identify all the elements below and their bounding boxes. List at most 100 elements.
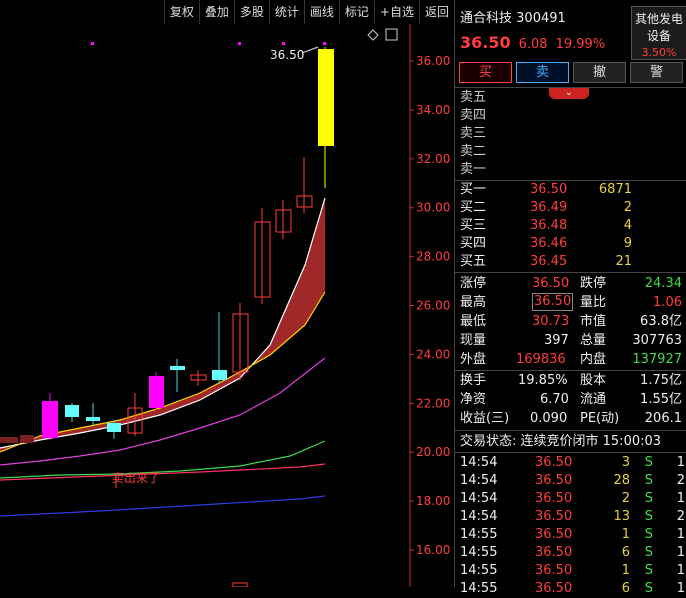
bid-price: 36.48 [530,218,568,233]
bid-row[interactable]: 买五 36.45 21 [460,253,682,271]
ask-label: 卖五 [460,90,487,105]
ask-row[interactable]: 卖五 [460,89,682,107]
bid-label: 买三 [460,218,487,233]
y-axis-tick-label: 32.00 [416,152,450,166]
kline-chart[interactable]: 36.00 34.00 32.00 30.00 28.00 26.00 24.00 22.00… [0,0,454,587]
stat-value: 63.8亿 [640,314,682,329]
trade-status: 交易状态: 连续竞价闭市 15:00:03 [460,434,662,449]
stock-title: 通合科技 300491 [460,7,566,26]
trade-buttons: 买 卖 撤 警 [459,62,683,83]
stat-value: 1.55亿 [640,392,682,407]
kline-chart-area[interactable]: 36.00 34.00 32.00 30.00 28.00 26.00 24.00 22.00… [0,0,454,587]
high-price-label: 36.50 [270,48,304,62]
stat-label: PE(动) [580,411,620,426]
tick-row[interactable]: 14:55 36.50 1 S 1 [460,526,685,544]
toolbar-add-watchlist-button[interactable]: +自选 [373,0,419,24]
stat-value: 1.06 [653,295,682,310]
stat-value: 1.75亿 [640,373,682,388]
tick-price: 36.50 [535,545,573,560]
ask-row[interactable]: 卖三 [460,125,682,143]
stat-value: 397 [544,333,569,348]
tick-n: 1 [676,455,685,470]
tick-vol: 13 [613,509,630,524]
tick-row[interactable]: 14:55 36.50 1 S 1 [460,562,685,580]
tick-time: 14:54 [460,491,498,506]
toolbar-back-button[interactable]: 返回 [418,0,454,24]
stat-label: 流通 [580,392,607,407]
stat-value: 6.70 [540,392,569,407]
tick-n: 1 [676,491,685,506]
tick-vol: 6 [621,545,630,560]
bid-label: 买四 [460,236,487,251]
price-change: 6.08 [518,37,548,52]
tick-time: 14:55 [460,581,498,596]
stat-value: 169836 [516,352,566,367]
signal-dot [323,42,326,45]
y-axis-tick-label: 18.00 [416,494,450,508]
bid-row[interactable]: 买二 36.49 2 [460,199,682,217]
ask-label: 卖一 [460,162,487,177]
bid-volume: 2 [623,200,632,215]
ask-label: 卖二 [460,144,487,159]
bid-label: 买二 [460,200,487,215]
alert-button[interactable]: 警 [630,62,683,83]
candle [170,366,185,370]
cancel-order-button[interactable]: 撤 [573,62,626,83]
toolbar-multi-stock-button[interactable]: 多股 [233,0,269,24]
bid-row[interactable]: 买三 36.48 4 [460,217,682,235]
stat-label: 跌停 [580,276,607,291]
toolbar-adjust-button[interactable]: 复权 [163,0,199,24]
sell-button[interactable]: 卖 [516,62,569,83]
bid-volume: 6871 [598,182,632,197]
diamond-icon[interactable] [367,29,379,41]
bid-row[interactable]: 买四 36.46 9 [460,235,682,253]
stat-label: 收益(三) [460,411,510,426]
tick-row[interactable]: 14:54 36.50 13 S 2 [460,508,685,526]
bid-row[interactable]: 买一 36.50 6871 [460,181,682,199]
y-axis-tick-label: 22.00 [416,396,450,410]
toolbar-overlay-button[interactable]: 叠加 [198,0,234,24]
signal-dot [282,42,285,45]
ask-row[interactable]: 卖二 [460,143,682,161]
sector-badge[interactable]: 其他发电 设备 3.50% [631,6,686,60]
stat-label: 最低 [460,314,487,329]
tick-side: S [644,509,653,524]
y-axis-tick-label: 16.00 [416,543,450,557]
toolbar-draw-button[interactable]: 画线 [303,0,339,24]
buy-button[interactable]: 买 [459,62,512,83]
stat-row: 净资 6.70 流通 1.55亿 [460,390,682,409]
tick-vol: 3 [621,455,630,470]
stat-row: 涨停 36.50 跌停 24.34 [460,274,682,293]
stat-value: 36.50 [532,293,574,311]
tick-row[interactable]: 14:54 36.50 3 S 1 [460,454,685,472]
tick-vol: 1 [621,563,630,578]
toolbar-mark-button[interactable]: 标记 [338,0,374,24]
ask-row[interactable]: 卖一 [460,161,682,179]
ask-row[interactable]: 卖四 [460,107,682,125]
tick-price: 36.50 [535,455,573,470]
tick-row[interactable]: 14:55 36.50 6 S 1 [460,544,685,562]
tick-row[interactable]: 14:54 36.50 2 S 1 [460,490,685,508]
tick-time: 14:55 [460,563,498,578]
stat-value: 30.73 [532,314,570,329]
stock-code: 300491 [516,11,566,26]
tick-vol: 1 [621,527,630,542]
candle [20,435,34,443]
tick-row[interactable]: 14:54 36.50 28 S 2 [460,472,685,490]
stat-label: 涨停 [460,276,487,291]
ask-label: 卖四 [460,108,487,123]
tick-time: 14:55 [460,545,498,560]
candles [42,47,334,440]
sector-name-line1: 其他发电 [634,12,683,26]
toolbar-statistics-button[interactable]: 统计 [268,0,304,24]
tick-side: S [644,563,653,578]
tick-price: 36.50 [535,527,573,542]
price-line: 36.50 6.08 19.99% [460,33,613,52]
bid-price: 36.45 [530,254,568,269]
candle [149,376,164,408]
divider [455,87,686,88]
y-axis-tick-label: 26.00 [416,299,450,313]
frame-icon[interactable] [385,28,398,41]
tick-row[interactable]: 14:55 36.50 6 S 1 [460,580,685,598]
candle-limit-up [318,49,334,146]
